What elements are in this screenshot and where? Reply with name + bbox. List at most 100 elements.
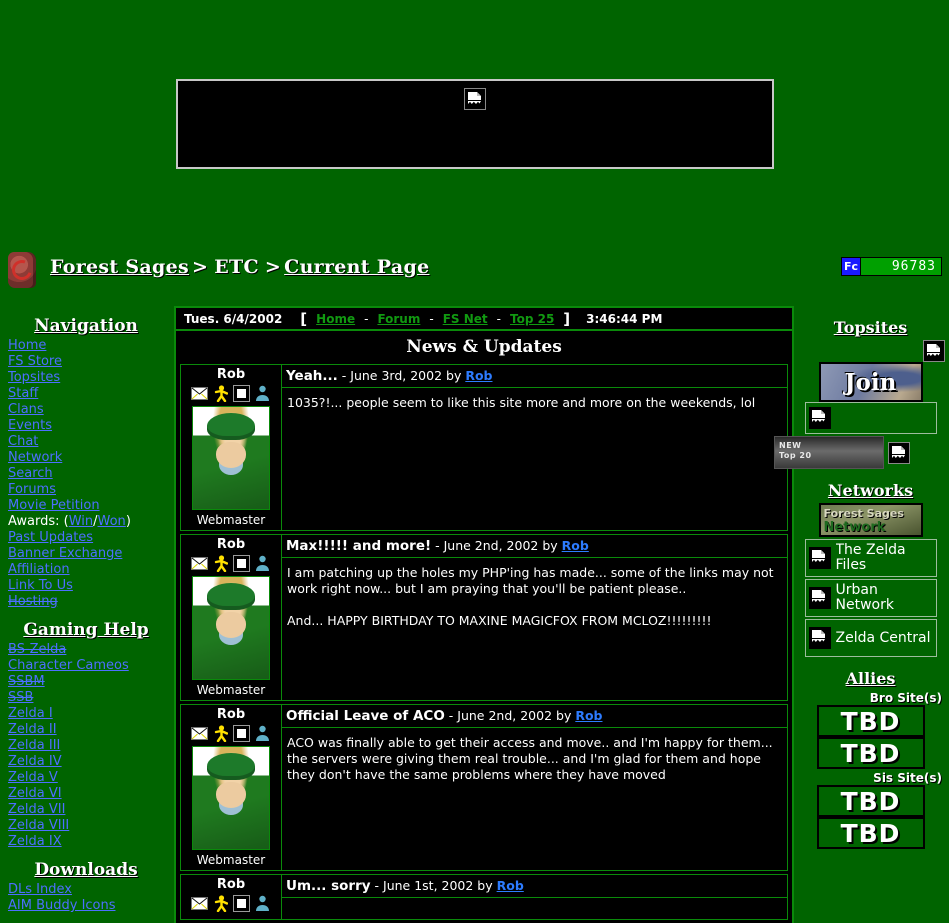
networks-banner[interactable]: Forest Sages Network: [818, 503, 923, 537]
profile-icon[interactable]: [254, 895, 271, 912]
sidebar-item-banner-exchange[interactable]: Banner Exchange: [0, 546, 172, 562]
navbar-link-home[interactable]: Home: [316, 312, 355, 326]
networks-banner-line2: Network: [823, 520, 886, 535]
sidebar-item-search[interactable]: Search: [0, 466, 172, 482]
right-sidebar: Topsites Join NEW Top 20 Networks Forest…: [774, 306, 945, 849]
profile-icon[interactable]: [254, 725, 271, 742]
navbar-link-top-25[interactable]: Top 25: [510, 312, 554, 326]
gaming-item-zelda-viii[interactable]: Zelda VIII: [0, 818, 172, 834]
counter-badge: Fc: [842, 258, 861, 275]
download-item-dls-index[interactable]: DLs Index: [0, 882, 172, 898]
topsites-join-button[interactable]: Join: [818, 362, 923, 402]
navbar-dash-3: -: [496, 311, 501, 326]
sidebar-item-chat[interactable]: Chat: [0, 434, 172, 450]
icq-icon[interactable]: [233, 725, 250, 742]
breadcrumb-home[interactable]: Forest Sages: [50, 256, 189, 278]
gaming-item-zelda-i[interactable]: Zelda I: [0, 706, 172, 722]
post-body: Max!!!!! and more! - June 2nd, 2002 by R…: [282, 535, 787, 700]
post-title: Max!!!!! and more!: [286, 538, 432, 554]
awards-won-link[interactable]: Won: [98, 514, 126, 529]
gaming-item-zelda-ix[interactable]: Zelda IX: [0, 834, 172, 850]
post-title-row: Official Leave of ACO - June 2nd, 2002 b…: [282, 705, 787, 728]
broken-image-icon: [808, 627, 831, 649]
awards-win-link[interactable]: Win: [69, 514, 93, 529]
navbar-time: 3:46:44 PM: [586, 311, 663, 326]
gaming-item-zelda-iv[interactable]: Zelda IV: [0, 754, 172, 770]
sidebar-item-network[interactable]: Network: [0, 450, 172, 466]
breadcrumb: Forest Sages > ETC > Current Page: [50, 256, 429, 278]
sis-site-banner-label: TBD: [840, 786, 901, 816]
profile-icon[interactable]: [254, 555, 271, 572]
topsites-top20-banner[interactable]: NEW Top 20: [774, 436, 884, 469]
aim-icon[interactable]: [212, 725, 229, 743]
visitor-counter: Fc 96783: [841, 257, 942, 276]
sidebar-item-staff[interactable]: Staff: [0, 386, 172, 402]
gaming-item-zelda-iii[interactable]: Zelda III: [0, 738, 172, 754]
post-title: Official Leave of ACO: [286, 708, 445, 724]
post-author-link[interactable]: Rob: [497, 878, 524, 893]
sidebar-item-fs-store[interactable]: FS Store: [0, 354, 172, 370]
network-link[interactable]: The Zelda Files: [804, 539, 937, 577]
broken-image-icon[interactable]: [888, 441, 910, 464]
sidebar-item-forums[interactable]: Forums: [0, 482, 172, 498]
sidebar-item-past-updates[interactable]: Past Updates: [0, 530, 172, 546]
post-contact-icons: [181, 555, 281, 573]
email-icon[interactable]: [191, 555, 208, 572]
gaming-item-character-cameos[interactable]: Character Cameos: [0, 658, 172, 674]
page-columns: Navigation Home FS Store Topsites Staff Clan…: [0, 306, 949, 923]
navbar-open-bracket: [: [300, 309, 308, 328]
sidebar-item-link-to-us[interactable]: Link To Us: [0, 578, 172, 594]
aim-icon[interactable]: [212, 555, 229, 573]
sidebar-item-affiliation[interactable]: Affiliation: [0, 562, 172, 578]
networks-banner-line1: Forest Sages: [823, 507, 904, 520]
news-post: Rob Webmaster Official Leave of ACO - June…: [180, 704, 788, 871]
network-label: The Zelda Files: [835, 543, 906, 573]
sidebar-item-topsites[interactable]: Topsites: [0, 370, 172, 386]
download-item-aim-buddy-icons[interactable]: AIM Buddy Icons: [0, 898, 172, 914]
downloads-title: Downloads: [34, 860, 138, 880]
gaming-item-bs-zelda[interactable]: BS-Zelda: [0, 642, 172, 658]
gaming-item-zelda-ii[interactable]: Zelda II: [0, 722, 172, 738]
email-icon[interactable]: [191, 725, 208, 742]
post-author-link[interactable]: Rob: [562, 538, 589, 553]
post-title-row: Max!!!!! and more! - June 2nd, 2002 by R…: [282, 535, 787, 558]
sidebar-item-home[interactable]: Home: [0, 338, 172, 354]
gaming-item-zelda-vi[interactable]: Zelda VI: [0, 786, 172, 802]
email-icon[interactable]: [191, 385, 208, 402]
bro-site-banner[interactable]: TBD: [816, 705, 925, 737]
sis-site-banner[interactable]: TBD: [816, 785, 925, 817]
navigation-title: Navigation: [34, 316, 138, 336]
news-heading: News & Updates: [406, 337, 562, 357]
topsites-broken-2[interactable]: [804, 402, 937, 434]
icq-icon[interactable]: [233, 555, 250, 572]
gaming-item-ssb[interactable]: SSB: [0, 690, 172, 706]
sidebar-item-hosting[interactable]: Hosting: [0, 594, 172, 610]
news-panel: News & Updates Rob Webmaster Yeah... - Jun…: [174, 331, 794, 923]
network-link[interactable]: Urban Network: [804, 579, 937, 617]
breadcrumb-current[interactable]: Current Page: [284, 256, 429, 278]
icq-icon[interactable]: [233, 385, 250, 402]
post-body: Yeah... - June 3rd, 2002 by Rob 1035?!...…: [282, 365, 787, 530]
sis-site-banner[interactable]: TBD: [816, 817, 925, 849]
gaming-item-ssbm[interactable]: SSBM: [0, 674, 172, 690]
sidebar-item-movie-petition[interactable]: Movie Petition: [0, 498, 172, 514]
top-banner-ad[interactable]: [175, 79, 774, 169]
broken-image-icon[interactable]: [923, 340, 945, 362]
post-author-link[interactable]: Rob: [465, 368, 492, 383]
sidebar-item-events[interactable]: Events: [0, 418, 172, 434]
icq-icon[interactable]: [233, 895, 250, 912]
navbar-link-fs-net[interactable]: FS Net: [443, 312, 488, 326]
navbar-link-forum[interactable]: Forum: [377, 312, 420, 326]
top20-line1: NEW: [779, 441, 802, 450]
bro-site-banner-label: TBD: [840, 738, 901, 768]
sidebar-item-clans[interactable]: Clans: [0, 402, 172, 418]
aim-icon[interactable]: [212, 385, 229, 403]
bro-site-banner[interactable]: TBD: [816, 737, 925, 769]
post-author-link[interactable]: Rob: [575, 708, 602, 723]
gaming-item-zelda-vii[interactable]: Zelda VII: [0, 802, 172, 818]
network-link[interactable]: Zelda Central: [804, 619, 937, 657]
gaming-item-zelda-v[interactable]: Zelda V: [0, 770, 172, 786]
aim-icon[interactable]: [212, 895, 229, 913]
profile-icon[interactable]: [254, 385, 271, 402]
email-icon[interactable]: [191, 895, 208, 912]
